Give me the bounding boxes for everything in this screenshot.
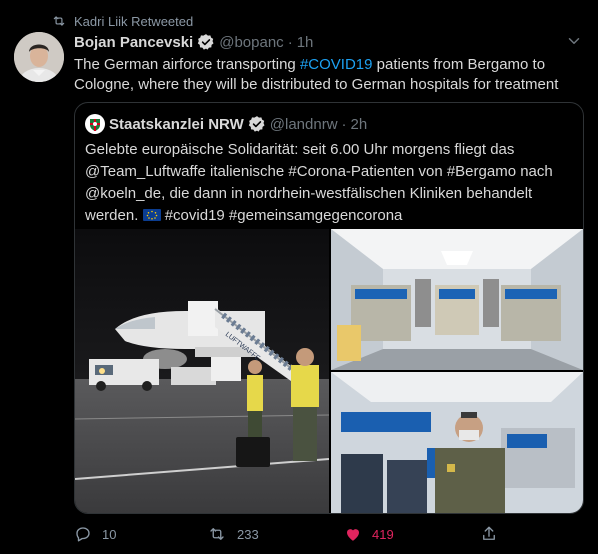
retweet-count: 233 <box>237 526 259 542</box>
like-button[interactable]: 419 <box>344 522 394 546</box>
tweet-time[interactable]: 1h <box>297 34 314 51</box>
photo-aircraft-night[interactable]: LUFTWAFFE <box>75 229 329 513</box>
retweet-context[interactable]: Kadri Liik Retweeted <box>52 12 193 30</box>
reply-icon <box>76 527 90 542</box>
share-icon <box>483 526 495 540</box>
quoted-tweet-header: Staatskanzlei NRW @landnrw · 2h <box>85 113 367 135</box>
retweet-button[interactable]: 233 <box>207 522 259 546</box>
separator-dot: · <box>287 33 293 51</box>
quoted-author-handle[interactable]: @landnrw <box>270 116 338 133</box>
verified-badge-icon <box>248 116 265 132</box>
like-count: 419 <box>372 526 394 542</box>
quoted-text-part: #covid19 #gemeinsamgegencorona <box>160 207 403 224</box>
verified-badge-icon <box>198 34 214 50</box>
quoted-text-part: werden. <box>85 207 143 224</box>
quoted-author-name[interactable]: Staatskanzlei NRW <box>109 116 244 133</box>
reply-count: 10 <box>102 526 117 542</box>
hashtag-link[interactable]: #COVID19 <box>300 56 373 73</box>
photo-soldier-cabin[interactable] <box>331 372 583 513</box>
quoted-text-line: @koeln_de, die dann in nordrhein-westfäl… <box>85 185 533 202</box>
quoted-tweet-time[interactable]: 2h <box>351 116 368 133</box>
author-handle[interactable]: @bopanc <box>219 34 283 51</box>
quoted-text-line: Gelebte europäische Solidarität: seit 6.… <box>85 141 515 158</box>
author-name[interactable]: Bojan Pancevski <box>74 34 193 51</box>
quoted-text-line: @Team_Luftwaffe italienische #Corona-Pat… <box>85 163 553 180</box>
tweet-header: Bojan Pancevski @bopanc · 1h <box>74 32 313 52</box>
photo-medevac-interior[interactable] <box>331 229 583 370</box>
retweet-context-text: Kadri Liik Retweeted <box>74 13 194 29</box>
chevron-down-icon[interactable] <box>565 32 583 50</box>
quoted-text-line: werden. #covid19 #gemeinsamgegencorona <box>85 205 575 227</box>
eu-flag-icon <box>142 209 161 221</box>
quoted-tweet-text: Gelebte europäische Solidarität: seit 6.… <box>85 139 575 227</box>
share-button[interactable] <box>480 522 498 546</box>
tweet-text: The German airforce transporting #COVID1… <box>74 55 584 95</box>
retweet-icon <box>53 16 65 26</box>
retweet-icon <box>210 528 224 540</box>
like-icon <box>347 529 359 541</box>
photo-grid: LUFTWAFFE <box>75 229 583 513</box>
nrw-logo-icon <box>85 114 105 134</box>
action-bar: 10 233 419 <box>74 522 594 546</box>
avatar-image <box>14 32 64 82</box>
quoted-tweet[interactable]: Staatskanzlei NRW @landnrw · 2h Gelebte … <box>74 102 584 514</box>
reply-button[interactable]: 10 <box>74 522 116 546</box>
avatar[interactable] <box>14 32 64 82</box>
separator-dot: · <box>341 115 347 133</box>
tweet-text-part: The German airforce transporting <box>74 56 300 73</box>
